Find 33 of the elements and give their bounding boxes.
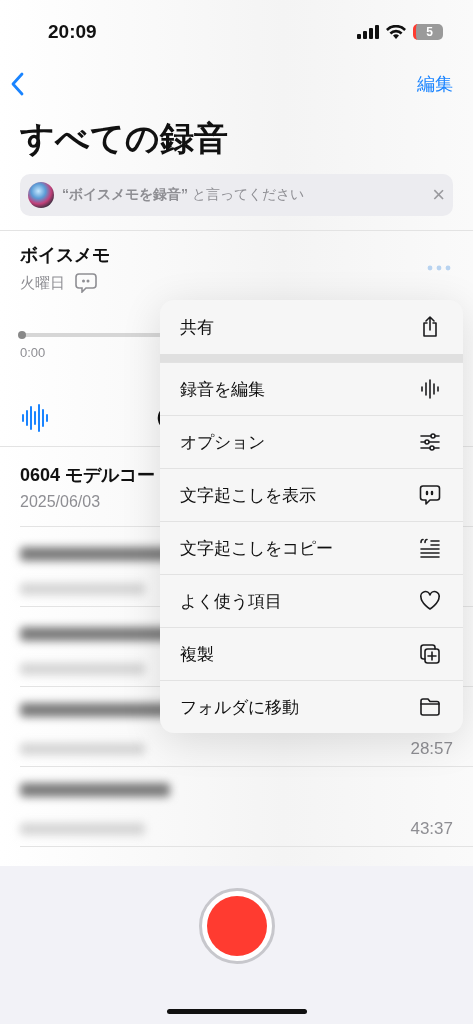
- transcript-icon: [75, 273, 97, 293]
- menu-item[interactable]: 共有: [160, 300, 463, 354]
- battery-indicator: 5: [413, 24, 443, 40]
- recording-date: 2025/06/03: [20, 492, 101, 511]
- recording-title: ボイスメモ: [20, 244, 110, 267]
- menu-item[interactable]: 文字起こしをコピー: [160, 521, 463, 574]
- wifi-icon: [386, 25, 406, 39]
- transcript-icon: [419, 484, 441, 506]
- menu-item[interactable]: 複製: [160, 627, 463, 680]
- recording-duration: 43:37: [410, 818, 453, 839]
- recording-date: 火曜日: [20, 273, 65, 293]
- duplicate-icon: [419, 643, 441, 665]
- heart-icon: [419, 590, 441, 612]
- edit-link[interactable]: 編集: [417, 72, 453, 96]
- menu-item[interactable]: オプション: [160, 415, 463, 468]
- siri-hint: “ボイスメモを録音” と言ってください: [62, 186, 305, 204]
- recording-duration: 28:57: [410, 738, 453, 759]
- playback-position: 0:00: [20, 345, 46, 360]
- back-icon[interactable]: [10, 72, 24, 96]
- status-time: 20:09: [48, 21, 97, 43]
- menu-item[interactable]: よく使う項目: [160, 574, 463, 627]
- folder-icon: [419, 696, 441, 718]
- sliders-icon: [419, 431, 441, 453]
- waveform-icon[interactable]: [22, 404, 48, 432]
- menu-item[interactable]: フォルダに移動: [160, 680, 463, 733]
- menu-item[interactable]: 文字起こしを表示: [160, 468, 463, 521]
- quote-lines-icon: [419, 537, 441, 559]
- signal-icon: [357, 25, 379, 39]
- menu-item[interactable]: 録音を編集: [160, 362, 463, 415]
- waveform-icon: [419, 378, 441, 400]
- siri-orb-icon: [28, 182, 54, 208]
- recording-title: 0604 モデルコー: [20, 463, 156, 487]
- page-title: すべての録音: [20, 118, 229, 159]
